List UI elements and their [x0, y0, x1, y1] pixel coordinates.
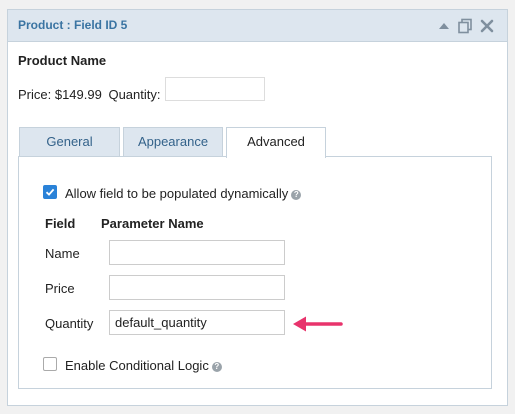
arrow-annotation-icon	[293, 316, 343, 332]
product-name-label: Product Name	[18, 53, 107, 68]
parameter-price-input[interactable]	[109, 275, 285, 300]
dynamic-population-checkbox[interactable]	[43, 185, 57, 199]
panel-header: Product : Field ID 5	[8, 10, 507, 42]
help-icon[interactable]: ?	[291, 189, 302, 200]
collapse-icon[interactable]	[436, 18, 452, 34]
row-label-quantity: Quantity	[45, 316, 94, 331]
row-label-price: Price	[45, 281, 75, 296]
dynamic-population-row: Allow field to be populated dynamically?	[65, 186, 302, 201]
price-row: Price: $149.99 Quantity:	[18, 83, 161, 102]
conditional-logic-row: Enable Conditional Logic?	[65, 358, 222, 373]
tab-advanced[interactable]: Advanced	[226, 127, 326, 158]
field-panel: Product : Field ID 5 Product Name Price:…	[7, 9, 508, 406]
tab-general[interactable]: General	[19, 127, 120, 157]
column-header-parameter-name: Parameter Name	[101, 216, 204, 231]
price-text: Price: $149.99	[18, 87, 102, 102]
conditional-logic-label: Enable Conditional Logic	[65, 358, 209, 373]
quantity-preview-input[interactable]	[165, 77, 265, 101]
row-label-name: Name	[45, 246, 80, 261]
checkmark-icon	[45, 188, 55, 196]
advanced-tab-content: Allow field to be populated dynamically?…	[18, 156, 492, 389]
conditional-logic-checkbox[interactable]	[43, 357, 57, 371]
help-icon[interactable]: ?	[211, 361, 222, 372]
delete-icon[interactable]	[479, 18, 495, 34]
duplicate-icon[interactable]	[457, 18, 473, 34]
panel-title: Product : Field ID 5	[18, 18, 128, 32]
column-header-field: Field	[45, 216, 76, 231]
tab-appearance[interactable]: Appearance	[123, 127, 223, 157]
parameter-name-input[interactable]	[109, 240, 285, 265]
parameter-quantity-input[interactable]	[109, 310, 285, 335]
quantity-label: Quantity:	[108, 87, 161, 102]
dynamic-population-label: Allow field to be populated dynamically	[65, 186, 289, 201]
